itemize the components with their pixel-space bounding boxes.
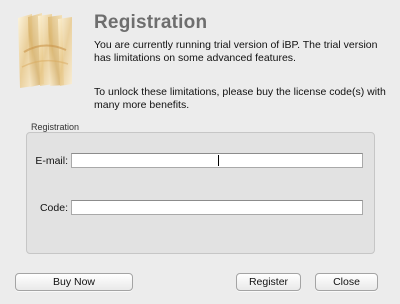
close-button[interactable]: Close [315, 273, 378, 291]
code-label: Code: [39, 202, 68, 214]
buy-now-button[interactable]: Buy Now [15, 273, 133, 291]
email-label: E-mail: [35, 155, 68, 167]
text-cursor [218, 155, 219, 166]
unlock-instructions: To unlock these limitations, please buy … [94, 86, 386, 111]
email-field[interactable] [71, 153, 363, 168]
register-button[interactable]: Register [236, 273, 301, 291]
dialog-title: Registration [94, 12, 208, 33]
registration-group-box [26, 132, 375, 254]
code-field[interactable] [71, 200, 363, 215]
registration-group-label: Registration [31, 122, 80, 132]
trial-description: You are currently running trial version … [94, 39, 378, 64]
ibp-logo-icon [14, 12, 76, 90]
registration-window: Registration You are currently running t… [0, 0, 400, 304]
